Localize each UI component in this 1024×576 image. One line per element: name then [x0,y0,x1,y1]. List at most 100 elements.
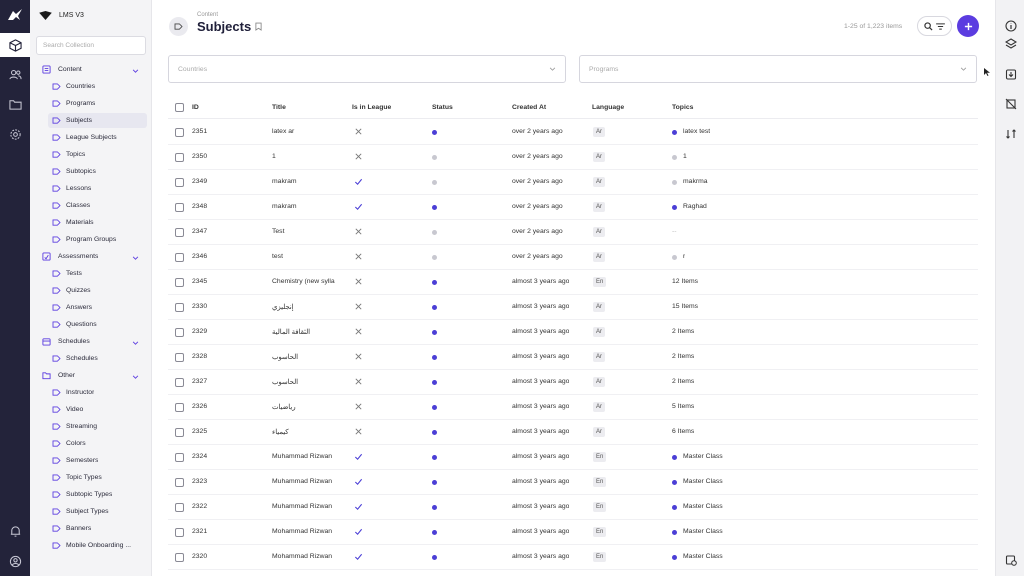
sidebar-item-lessons[interactable]: Lessons [48,181,147,196]
sidebar-item-quizzes[interactable]: Quizzes [48,283,147,298]
app-logo-icon[interactable] [7,8,23,22]
row-checkbox[interactable] [175,378,184,387]
table-row[interactable]: 2328 الحاسوب almost 3 years ago Ar 2 Items [168,345,978,370]
folder-module-icon[interactable] [0,92,30,116]
column-status[interactable]: Status [432,104,453,111]
table-row[interactable]: 2325 كيمياء almost 3 years ago Ar 6 Items [168,420,978,445]
sidebar-item-instructor[interactable]: Instructor [48,385,147,400]
row-checkbox[interactable] [175,528,184,537]
sidebar-item-program-groups[interactable]: Program Groups [48,232,147,247]
row-checkbox[interactable] [175,403,184,412]
bookmark-icon[interactable] [255,22,262,33]
programs-filter-select[interactable]: Programs [579,55,977,83]
breadcrumb[interactable]: Content [197,12,218,18]
row-checkbox[interactable] [175,503,184,512]
sidebar-item-answers[interactable]: Answers [48,300,147,315]
row-checkbox[interactable] [175,278,184,287]
sidebar-item-banners[interactable]: Banners [48,521,147,536]
chevron-down-icon[interactable] [132,66,139,75]
topic-status-dot [672,155,677,160]
download-box-icon[interactable] [996,63,1024,85]
sidebar-item-programs[interactable]: Programs [48,96,147,111]
row-checkbox[interactable] [175,553,184,562]
sidebar-item-semesters[interactable]: Semesters [48,453,147,468]
sidebar-group-schedules[interactable]: Schedules [36,334,146,349]
collection-folder-icon[interactable] [169,17,188,36]
table-row[interactable]: 2322 Muhammad Rizwan almost 3 years ago En M… [168,495,978,520]
filter-icon[interactable] [936,22,946,30]
sidebar-group-assessments[interactable]: Assessments [36,249,146,264]
table-row[interactable]: 2330 إنجليزي almost 3 years ago Ar 15 Items [168,295,978,320]
sidebar-item-subtopics[interactable]: Subtopics [48,164,147,179]
sidebar-group-content[interactable]: Content [36,62,146,77]
row-checkbox[interactable] [175,128,184,137]
sidebar-item-video[interactable]: Video [48,402,147,417]
layers-icon[interactable] [996,33,1024,55]
chevron-down-icon[interactable] [132,338,139,347]
table-row[interactable]: 2350 1 over 2 years ago Ar 1 [168,145,978,170]
column-language[interactable]: Language [592,104,624,111]
sidebar-item-mobile-onboarding[interactable]: Mobile Onboarding ... [48,538,147,553]
column-title[interactable]: Title [272,104,286,111]
column-is-in-league[interactable]: Is in League [352,104,391,111]
settings-gear-icon[interactable] [0,122,30,146]
row-checkbox[interactable] [175,178,184,187]
row-checkbox[interactable] [175,453,184,462]
table-row[interactable]: 2345 Chemistry (new sylla almost 3 years a… [168,270,978,295]
table-row[interactable]: 2323 Muhammad Rizwan almost 3 years ago En M… [168,470,978,495]
sidebar-item-topics[interactable]: Topics [48,147,147,162]
create-item-button[interactable] [957,15,979,37]
row-checkbox[interactable] [175,428,184,437]
sidebar-item-classes[interactable]: Classes [48,198,147,213]
sidebar-item-colors[interactable]: Colors [48,436,147,451]
sidebar-item-countries[interactable]: Countries [48,79,147,94]
row-checkbox[interactable] [175,353,184,362]
column-topics[interactable]: Topics [672,104,693,111]
countries-filter-select[interactable]: Countries [168,55,566,83]
sidebar-item-questions[interactable]: Questions [48,317,147,332]
table-row[interactable]: 2321 Mohammad Rizwan almost 3 years ago En M… [168,520,978,545]
users-module-icon[interactable] [0,62,30,86]
table-row[interactable]: 2326 رياضيات almost 3 years ago Ar 5 Items [168,395,978,420]
table-row[interactable]: 2324 Muhammad Rizwan almost 3 years ago En M… [168,445,978,470]
row-checkbox[interactable] [175,153,184,162]
table-row[interactable]: 2327 الحاسوب almost 3 years ago Ar 2 Items [168,370,978,395]
sidebar-item-streaming[interactable]: Streaming [48,419,147,434]
sidebar-item-subject-types[interactable]: Subject Types [48,504,147,519]
sidebar-item-subtopic-types[interactable]: Subtopic Types [48,487,147,502]
table-row[interactable]: 2349 makram over 2 years ago Ar makrma [168,170,978,195]
chevron-down-icon[interactable] [132,372,139,381]
column-id[interactable]: ID [192,104,199,111]
sidebar-item-league-subjects[interactable]: League Subjects [48,130,147,145]
sidebar-group-other[interactable]: Other [36,368,146,383]
sidebar-item-schedules[interactable]: Schedules [48,351,147,366]
sidebar-item-topic-types[interactable]: Topic Types [48,470,147,485]
table-row[interactable]: 2320 Mohammad Rizwan almost 3 years ago En M… [168,545,978,570]
table-row[interactable]: 2347 Test over 2 years ago Ar -- [168,220,978,245]
content-module-icon[interactable] [0,33,30,57]
row-checkbox[interactable] [175,203,184,212]
user-account-icon[interactable] [0,549,30,573]
row-checkbox[interactable] [175,478,184,487]
row-checkbox[interactable] [175,303,184,312]
project-header[interactable]: LMS V3 [39,8,84,22]
sidebar-item-tests[interactable]: Tests [48,266,147,281]
link-off-icon[interactable] [996,93,1024,115]
table-row[interactable]: 2351 latex ar over 2 years ago Ar latex test [168,120,978,145]
table-row[interactable]: 2346 test over 2 years ago Ar r [168,245,978,270]
row-checkbox[interactable] [175,253,184,262]
search-icon[interactable] [924,21,933,31]
column-created-at[interactable]: Created At [512,104,546,111]
calendar-clock-icon[interactable] [996,549,1024,571]
select-all-checkbox[interactable] [175,103,184,112]
row-checkbox[interactable] [175,228,184,237]
chevron-down-icon[interactable] [132,253,139,262]
sidebar-item-materials[interactable]: Materials [48,215,147,230]
sidebar-item-subjects[interactable]: Subjects [48,113,147,128]
search-collection-input[interactable] [36,36,146,55]
notifications-bell-icon[interactable] [0,519,30,543]
table-row[interactable]: 2329 الثقافة المالية almost 3 years ago Ar 2… [168,320,978,345]
table-row[interactable]: 2348 makram over 2 years ago Ar Raghad [168,195,978,220]
row-checkbox[interactable] [175,328,184,337]
sort-arrows-icon[interactable] [996,123,1024,145]
